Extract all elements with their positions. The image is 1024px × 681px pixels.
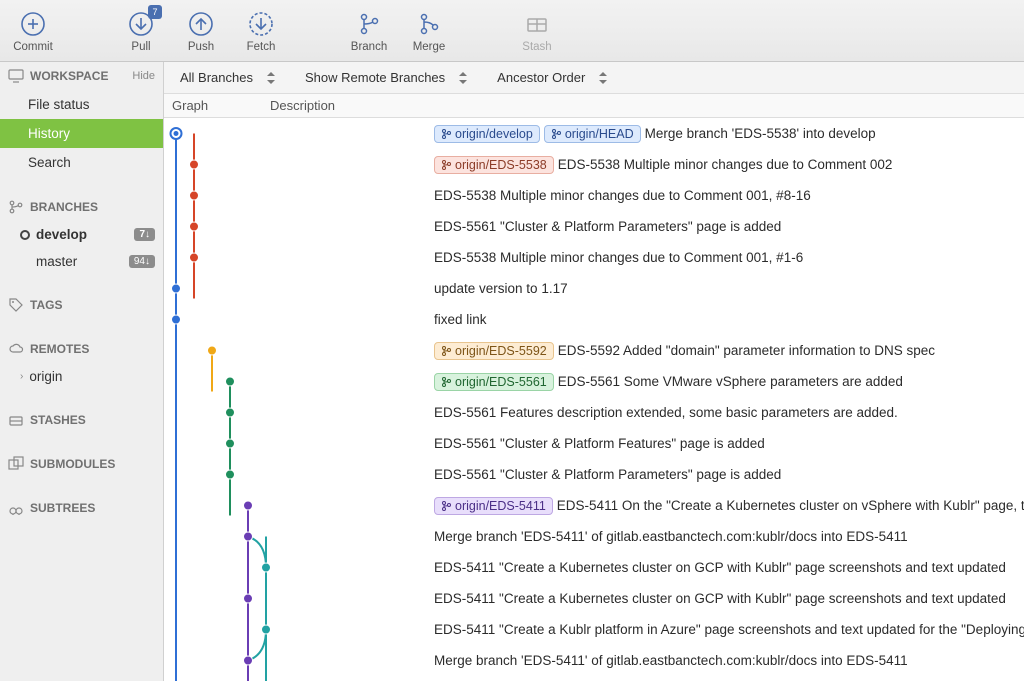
commit-message: EDS-5411 "Create a Kubernetes cluster on… <box>434 560 1006 575</box>
remotes-header[interactable]: REMOTES <box>0 335 163 363</box>
chevron-right-icon: › <box>20 371 23 382</box>
stash-button[interactable]: Stash <box>510 1 564 61</box>
col-graph[interactable]: Graph <box>164 98 270 113</box>
commit-message: EDS-5411 On the "Create a Kubernetes clu… <box>557 498 1024 513</box>
stash-icon <box>522 9 552 39</box>
sidebar: WORKSPACE Hide File status History Searc… <box>0 62 164 681</box>
plus-circle-icon <box>18 9 48 39</box>
branch-tag[interactable]: origin/EDS-5592 <box>434 342 554 360</box>
branch-button[interactable]: Branch <box>342 1 396 61</box>
sort-icon <box>597 71 609 85</box>
commit-row[interactable]: EDS-5538 Multiple minor changes due to C… <box>164 242 1024 273</box>
commit-message: EDS-5561 Features description extended, … <box>434 405 898 420</box>
col-description[interactable]: Description <box>270 98 1024 113</box>
submodules-icon <box>8 456 24 472</box>
commit-row[interactable]: origin/EDS-5592 EDS-5592 Added "domain" p… <box>164 335 1024 366</box>
column-headers: Graph Description <box>164 94 1024 118</box>
commit-row[interactable]: EDS-5561 "Cluster & Platform Parameters"… <box>164 459 1024 490</box>
stash-small-icon <box>8 412 24 428</box>
commit-row[interactable]: Merge branch 'EDS-5411' of gitlab.eastba… <box>164 645 1024 676</box>
monitor-icon <box>8 68 24 84</box>
branch-tag[interactable]: origin/develop <box>434 125 540 143</box>
commit-row[interactable]: Merge branch 'EDS-5411' of gitlab.eastba… <box>164 521 1024 552</box>
commit-message: EDS-5561 Some VMware vSphere parameters … <box>558 374 903 389</box>
commit-message: EDS-5538 Multiple minor changes due to C… <box>558 157 893 172</box>
filter-order[interactable]: Ancestor Order <box>497 70 609 85</box>
commit-message: EDS-5561 "Cluster & Platform Parameters"… <box>434 219 781 234</box>
branch-icon <box>354 9 384 39</box>
stashes-header[interactable]: STASHES <box>0 406 163 434</box>
subtrees-icon <box>8 500 24 516</box>
branch-tag[interactable]: origin/EDS-5411 <box>434 497 553 515</box>
pull-badge: 7 <box>148 5 162 19</box>
commit-row[interactable]: origin/EDS-5561 EDS-5561 Some VMware vSph… <box>164 366 1024 397</box>
commit-button[interactable]: Commit <box>6 1 60 61</box>
commit-row[interactable]: origin/EDS-5411 EDS-5411 On the "Create a… <box>164 490 1024 521</box>
behind-count-badge: 7↓ <box>134 228 155 241</box>
commit-message: EDS-5411 "Create a Kublr platform in Azu… <box>434 622 1024 637</box>
commit-row[interactable]: update version to 1.17 <box>164 273 1024 304</box>
commit-list: origin/developorigin/HEAD Merge branch 'E… <box>164 118 1024 681</box>
sort-icon <box>265 71 277 85</box>
behind-count-badge: 94↓ <box>129 255 155 268</box>
commit-message: EDS-5592 Added "domain" parameter inform… <box>558 343 935 358</box>
commit-row[interactable]: EDS-5561 Features description extended, … <box>164 397 1024 428</box>
commit-message: Merge branch 'EDS-5538' into develop <box>645 126 876 141</box>
commit-row[interactable]: EDS-5411 "Create a Kublr platform in Azu… <box>164 614 1024 645</box>
sort-icon <box>457 71 469 85</box>
commit-message: EDS-5561 "Cluster & Platform Parameters"… <box>434 467 781 482</box>
pull-button[interactable]: 7 Pull <box>114 1 168 61</box>
current-branch-indicator-icon <box>20 230 30 240</box>
filter-branches[interactable]: All Branches <box>180 70 277 85</box>
sidebar-item-file-status[interactable]: File status <box>0 90 163 119</box>
subtrees-header[interactable]: SUBTREES <box>0 494 163 522</box>
commit-row[interactable]: fixed link <box>164 304 1024 335</box>
branch-master[interactable]: master 94↓ <box>0 248 163 275</box>
branch-develop[interactable]: develop 7↓ <box>0 221 163 248</box>
push-button[interactable]: Push <box>174 1 228 61</box>
tags-header[interactable]: TAGS <box>0 291 163 319</box>
commit-message: update version to 1.17 <box>434 281 568 296</box>
merge-button[interactable]: Merge <box>402 1 456 61</box>
merge-icon <box>414 9 444 39</box>
branch-tag[interactable]: origin/EDS-5538 <box>434 156 554 174</box>
commit-row[interactable]: origin/EDS-5538 EDS-5538 Multiple minor c… <box>164 149 1024 180</box>
fetch-icon <box>246 9 276 39</box>
commit-row[interactable]: EDS-5561 "Cluster & Platform Features" p… <box>164 428 1024 459</box>
commit-message: EDS-5561 "Cluster & Platform Features" p… <box>434 436 765 451</box>
commit-message: EDS-5538 Multiple minor changes due to C… <box>434 250 803 265</box>
branch-tag[interactable]: origin/HEAD <box>544 125 641 143</box>
remote-origin[interactable]: › origin <box>0 363 163 390</box>
commit-message: Merge branch 'EDS-5411' of gitlab.eastba… <box>434 653 908 668</box>
commit-row[interactable]: EDS-5411 "Create a Kubernetes cluster on… <box>164 552 1024 583</box>
commit-row[interactable]: origin/developorigin/HEAD Merge branch 'E… <box>164 118 1024 149</box>
branches-header[interactable]: BRANCHES <box>0 193 163 221</box>
commit-message: EDS-5538 Multiple minor changes due to C… <box>434 188 811 203</box>
submodules-header[interactable]: SUBMODULES <box>0 450 163 478</box>
tag-icon <box>8 297 24 313</box>
commit-row[interactable]: EDS-5538 Multiple minor changes due to C… <box>164 180 1024 211</box>
commit-message: fixed link <box>434 312 487 327</box>
push-icon <box>186 9 216 39</box>
commit-row[interactable]: EDS-5561 "Cluster & Platform Parameters"… <box>164 211 1024 242</box>
toolbar: Commit 7 Pull Push Fetch Branch Merge <box>0 0 1024 62</box>
filter-bar: All Branches Show Remote Branches Ancest… <box>164 62 1024 94</box>
commit-message: EDS-5411 "Create a Kubernetes cluster on… <box>434 591 1006 606</box>
branch-tag[interactable]: origin/EDS-5561 <box>434 373 554 391</box>
filter-remote[interactable]: Show Remote Branches <box>305 70 469 85</box>
branch-small-icon <box>8 199 24 215</box>
fetch-button[interactable]: Fetch <box>234 1 288 61</box>
workspace-header[interactable]: WORKSPACE Hide <box>0 62 163 90</box>
sidebar-item-history[interactable]: History <box>0 119 163 148</box>
commit-message: Merge branch 'EDS-5411' of gitlab.eastba… <box>434 529 908 544</box>
commit-row[interactable]: EDS-5411 "Create a Kubernetes cluster on… <box>164 583 1024 614</box>
cloud-icon <box>8 341 24 357</box>
sidebar-item-search[interactable]: Search <box>0 148 163 177</box>
workspace-hide[interactable]: Hide <box>132 70 155 82</box>
